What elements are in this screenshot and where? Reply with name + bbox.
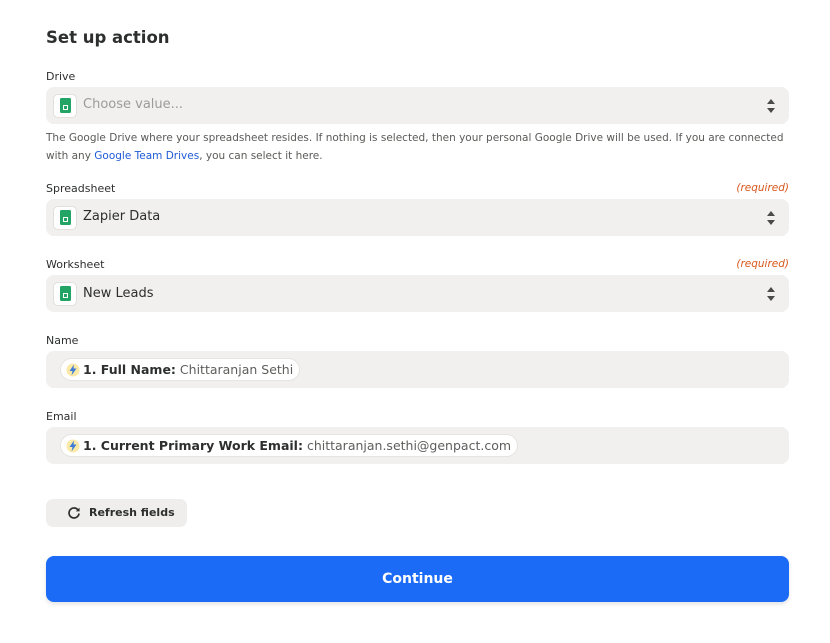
email-mapped-pill[interactable]: 1. Current Primary Work Email: chittaran… — [60, 434, 519, 457]
zap-step-icon — [66, 363, 80, 377]
spreadsheet-required-tag: (required) — [736, 182, 789, 194]
refresh-fields-label: Refresh fields — [89, 506, 175, 519]
spreadsheet-value: Zapier Data — [83, 209, 161, 224]
google-team-drives-link[interactable]: Google Team Drives — [94, 150, 199, 162]
worksheet-value: New Leads — [83, 286, 154, 301]
email-input[interactable]: 1. Current Primary Work Email: chittaran… — [46, 427, 789, 464]
sort-arrows-icon — [767, 99, 775, 113]
spreadsheet-dropdown[interactable]: Zapier Data — [46, 199, 789, 236]
section-title: Set up action — [46, 28, 170, 47]
setup-action-panel: Set up action Drive Choose value... The … — [0, 0, 830, 643]
name-input[interactable]: 1. Full Name: Chittaranjan Sethi — [46, 351, 789, 388]
name-mapped-pill[interactable]: 1. Full Name: Chittaranjan Sethi — [60, 358, 301, 381]
spreadsheet-label: Spreadsheet — [46, 182, 116, 195]
drive-help-text: The Google Drive where your spreadsheet … — [46, 132, 784, 162]
worksheet-required-tag: (required) — [736, 258, 789, 270]
email-pill-key: 1. Current Primary Work Email: — [83, 438, 303, 453]
drive-label: Drive — [46, 70, 76, 83]
sort-arrows-icon — [767, 211, 775, 225]
name-label: Name — [46, 334, 79, 347]
refresh-fields-button[interactable]: Refresh fields — [46, 499, 187, 527]
name-pill-value: Chittaranjan Sethi — [179, 362, 294, 377]
refresh-icon — [68, 507, 80, 519]
google-sheets-icon — [53, 282, 77, 306]
google-sheets-icon — [53, 94, 77, 118]
email-label: Email — [46, 410, 77, 423]
email-pill-value: chittaranjan.sethi@genpact.com — [306, 438, 512, 453]
worksheet-dropdown[interactable]: New Leads — [46, 275, 789, 312]
drive-dropdown[interactable]: Choose value... — [46, 87, 789, 124]
zap-step-icon — [66, 439, 80, 453]
sort-arrows-icon — [767, 287, 775, 301]
name-pill-key: 1. Full Name: — [83, 362, 176, 377]
google-sheets-icon — [53, 206, 77, 230]
worksheet-label: Worksheet — [46, 258, 105, 271]
continue-button[interactable]: Continue — [46, 556, 789, 602]
drive-placeholder: Choose value... — [83, 97, 184, 112]
